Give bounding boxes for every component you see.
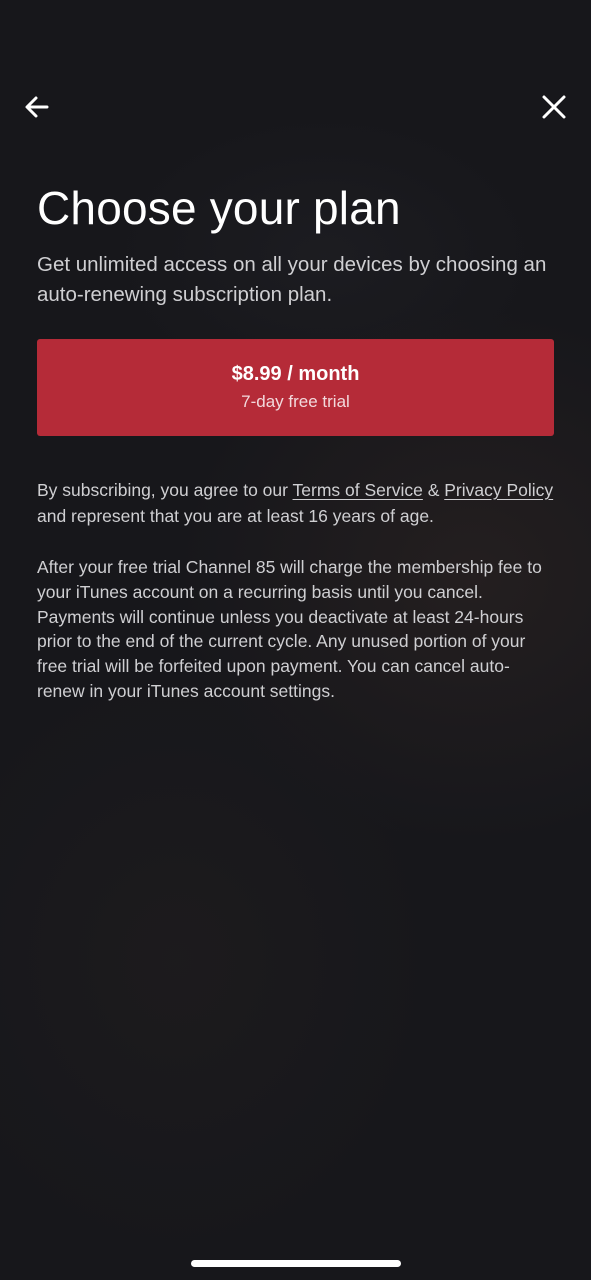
close-button[interactable] [534, 87, 574, 127]
page-title: Choose your plan [37, 182, 401, 234]
arrow-left-icon [23, 93, 51, 121]
home-indicator[interactable] [191, 1260, 401, 1267]
terms-of-service-link[interactable]: Terms of Service [293, 480, 423, 500]
back-button[interactable] [17, 87, 57, 127]
plan-price: $8.99 / month [231, 363, 360, 385]
terms-prefix: By subscribing, you agree to our [37, 480, 293, 500]
terms-text: By subscribing, you agree to our Terms o… [37, 477, 557, 529]
subscription-disclaimer: After your free trial Channel 85 will ch… [37, 557, 542, 701]
terms-amp: & [422, 480, 445, 500]
page-subtitle: Get unlimited access on all your devices… [37, 253, 547, 306]
privacy-policy-link[interactable]: Privacy Policy [444, 480, 553, 500]
terms-suffix: and represent that you are at least 16 y… [37, 506, 434, 526]
plan-monthly-button[interactable]: $8.99 / month 7-day free trial [37, 339, 554, 436]
plan-trial-label: 7-day free trial [241, 392, 350, 411]
close-icon [541, 94, 567, 120]
